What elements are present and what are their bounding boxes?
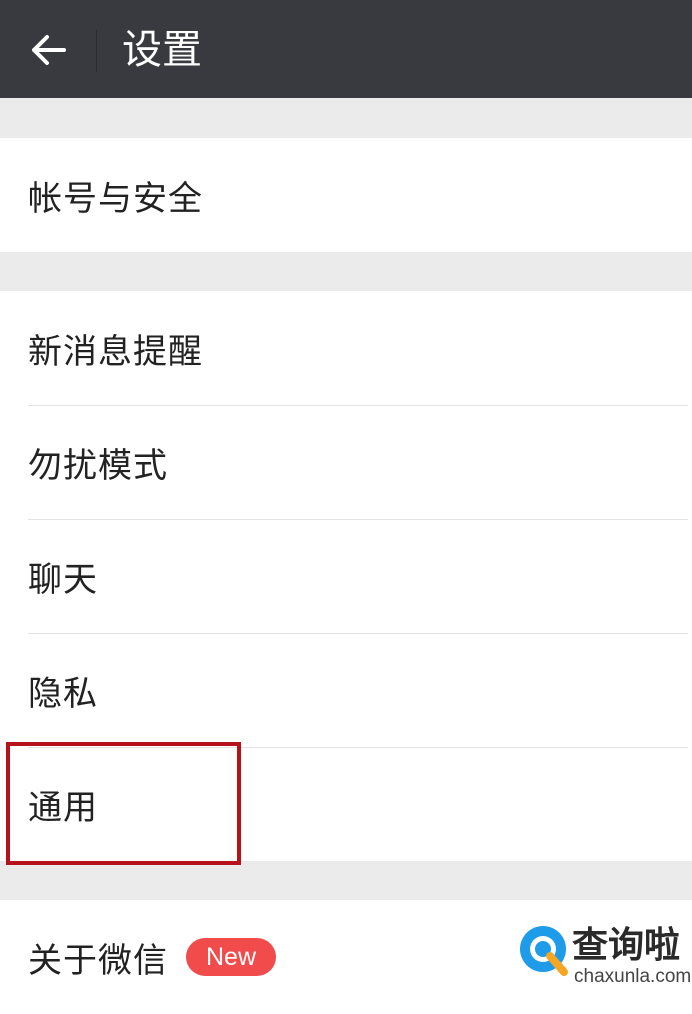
header-divider (96, 30, 97, 72)
settings-item-general[interactable]: 通用 (0, 747, 692, 861)
settings-item-label: 隐私 (28, 673, 98, 714)
settings-group-main: 新消息提醒 勿扰模式 聊天 隐私 通用 (0, 291, 692, 861)
settings-group-account: 帐号与安全 (0, 138, 692, 252)
settings-item-privacy[interactable]: 隐私 (0, 633, 692, 747)
settings-item-label: 新消息提醒 (28, 331, 203, 372)
settings-item-chat[interactable]: 聊天 (0, 519, 692, 633)
settings-item-label: 关于微信 (28, 940, 168, 981)
header-bar: 设置 (0, 0, 692, 98)
watermark: 查询啦 chaxunla.com (516, 922, 692, 1000)
watermark-url: chaxunla.com (574, 966, 692, 987)
watermark-logo-icon (520, 926, 568, 976)
new-badge: New (186, 938, 277, 976)
watermark-name: 查询啦 (572, 924, 681, 966)
settings-item-do-not-disturb[interactable]: 勿扰模式 (0, 405, 692, 519)
settings-item-account-security[interactable]: 帐号与安全 (0, 138, 692, 252)
settings-item-label: 聊天 (28, 559, 98, 600)
settings-item-label: 勿扰模式 (28, 445, 168, 486)
back-button[interactable] (22, 26, 76, 74)
arrow-left-icon (32, 35, 66, 65)
settings-item-label: 帐号与安全 (28, 178, 203, 219)
page-title: 设置 (122, 27, 202, 73)
settings-item-label: 通用 (28, 787, 98, 828)
settings-item-notifications[interactable]: 新消息提醒 (0, 291, 692, 405)
